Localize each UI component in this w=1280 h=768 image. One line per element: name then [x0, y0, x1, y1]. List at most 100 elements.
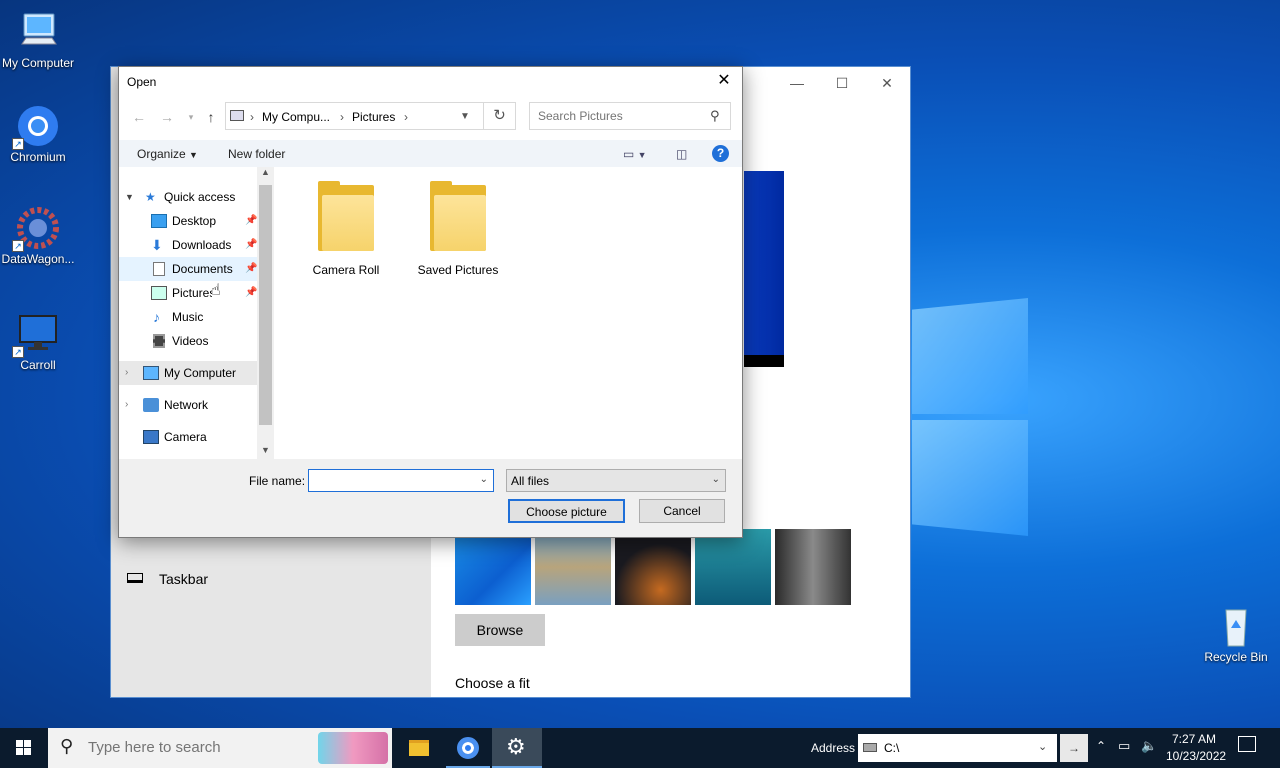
desktop-icon-label: Recycle Bin [1204, 650, 1268, 664]
shortcut-arrow-icon: ↗ [12, 138, 24, 150]
cancel-button[interactable]: Cancel [639, 499, 725, 523]
film-icon [153, 334, 165, 348]
network-icon[interactable]: ▭ [1118, 738, 1130, 754]
settings-taskbar-icon[interactable]: ⚙ [492, 728, 542, 768]
start-button[interactable] [0, 728, 48, 768]
desktop-icon-datawagon[interactable]: ↗ DataWagon... [0, 206, 76, 266]
mouse-pointer-hand-icon: ☝ [211, 282, 221, 299]
computer-icon [16, 10, 60, 54]
chevron-up-icon[interactable]: ⌃ [1096, 739, 1106, 753]
minimize-button[interactable]: — [782, 73, 812, 93]
breadcrumb-my-computer[interactable]: My Compu... [262, 110, 330, 124]
nav-scrollbar[interactable]: ▲ ▼ [257, 167, 274, 459]
scrollbar-thumb[interactable] [259, 185, 272, 425]
help-icon[interactable]: ? [712, 145, 729, 162]
choose-picture-button[interactable]: Choose picture [508, 499, 625, 523]
new-folder-button[interactable]: New folder [228, 147, 285, 161]
wallpaper-thumbnail[interactable] [535, 529, 611, 605]
desktop-icon-label: Chromium [10, 150, 66, 164]
preview-pane-icon[interactable]: ◫ [676, 147, 687, 161]
file-explorer-icon[interactable] [398, 728, 440, 768]
desktop-icon-label: My Computer [1, 56, 75, 70]
drive-icon [863, 743, 877, 752]
recycle-bin-icon [1214, 604, 1258, 648]
windows-logo-icon [16, 740, 31, 755]
address-go-button[interactable]: → [1060, 734, 1088, 762]
file-name-field[interactable]: ⌄ [308, 469, 494, 492]
nav-pictures[interactable]: Pictures 📌 [119, 281, 257, 305]
search-icon: ⚲ [710, 108, 720, 123]
chevron-down-icon: ⌄ [711, 474, 720, 485]
nav-network[interactable]: › Network [119, 393, 257, 417]
dialog-title: Open [127, 75, 157, 89]
refresh-button[interactable]: ↻ [484, 102, 516, 130]
file-type-select[interactable]: All files ⌄ [506, 469, 726, 492]
taskbar-nav-item[interactable]: Taskbar [127, 567, 327, 591]
folder-label: Saved Pictures [417, 263, 499, 277]
dialog-close-button[interactable]: ✕ [712, 71, 736, 91]
forward-arrow-icon[interactable]: → [157, 107, 177, 127]
chevron-down-icon[interactable]: ⌄ [1038, 740, 1047, 753]
computer-icon [143, 366, 159, 380]
desktop-icon-chromium[interactable]: ↗ Chromium [0, 104, 76, 164]
nav-label: Network [164, 398, 209, 412]
scroll-up-icon[interactable]: ▲ [261, 167, 270, 177]
address-toolbar-label: Address [811, 741, 856, 755]
chromium-taskbar-icon[interactable] [446, 728, 490, 768]
nav-label: My Computer [164, 366, 237, 380]
clock-date[interactable]: 10/23/2022 [1166, 749, 1226, 763]
nav-my-computer[interactable]: › My Computer [119, 361, 257, 385]
desktop-icon-recycle-bin[interactable]: Recycle Bin [1198, 604, 1274, 664]
taskbar: ⚲ ⚙ Address C:\ ⌄ → ⌃ ▭ 🔈 7:27 AM 10/23/… [0, 728, 1280, 768]
browse-button[interactable]: Browse [455, 614, 545, 646]
wallpaper-thumbnail[interactable] [775, 529, 851, 605]
nav-desktop[interactable]: Desktop 📌 [119, 209, 257, 233]
chevron-down-icon[interactable]: ⌄ [480, 474, 488, 485]
notification-icon[interactable] [1238, 736, 1256, 752]
clock-time[interactable]: 7:27 AM [1172, 732, 1216, 746]
wallpaper-thumbnail[interactable] [615, 529, 691, 605]
maximize-button[interactable]: ☐ [827, 73, 857, 93]
back-arrow-icon[interactable]: ← [129, 107, 149, 127]
address-bar[interactable]: › My Compu... › Pictures › ▼ [225, 102, 484, 130]
folder-item[interactable]: Camera Roll [291, 181, 401, 277]
gear-app-icon: ↗ [12, 206, 60, 252]
gear-icon: ⚙ [506, 734, 526, 759]
address-toolbar-input[interactable]: C:\ ⌄ [858, 734, 1057, 762]
nav-label: Desktop [172, 214, 217, 228]
file-name-label: File name: [249, 474, 306, 488]
folder-icon [430, 181, 486, 251]
scroll-down-icon[interactable]: ▼ [261, 445, 270, 455]
address-dropdown-chevron-icon[interactable]: ▼ [460, 111, 470, 122]
nav-music[interactable]: ♪ Music [119, 305, 257, 329]
nav-videos[interactable]: Videos [119, 329, 257, 353]
folder-item[interactable]: Saved Pictures [403, 181, 513, 277]
wallpaper-logo-pane-tl [912, 298, 1028, 414]
download-arrow-icon: ⬇ [151, 237, 163, 253]
nav-label: Music [172, 310, 204, 324]
dialog-footer: File name: ⌄ All files ⌄ Choose picture … [119, 459, 742, 537]
breadcrumb-pictures[interactable]: Pictures [352, 110, 395, 124]
volume-icon[interactable]: 🔈 [1141, 738, 1157, 754]
taskbar-icon [127, 573, 143, 583]
organize-button[interactable]: Organize ▼ [137, 147, 198, 161]
close-button[interactable]: ✕ [872, 73, 902, 93]
nav-documents[interactable]: Documents 📌 [119, 257, 257, 281]
recent-chevron-icon[interactable]: ▾ [181, 107, 201, 127]
desktop-icon-carroll[interactable]: ↗ Carroll [0, 312, 76, 372]
nav-downloads[interactable]: ⬇ Downloads 📌 [119, 233, 257, 257]
search-input[interactable] [538, 109, 708, 123]
search-box[interactable]: ⚲ [529, 102, 731, 130]
nav-quick-access[interactable]: ▼ ★ Quick access [119, 185, 257, 209]
up-arrow-icon[interactable]: ↑ [201, 107, 221, 127]
star-icon: ★ [145, 190, 156, 204]
change-view-icon[interactable]: ▭ ▼ [623, 147, 647, 161]
taskbar-search-input[interactable] [88, 739, 288, 756]
wallpaper-thumbnail[interactable] [455, 529, 531, 605]
wallpaper-thumbnail[interactable] [695, 529, 771, 605]
taskbar-search[interactable]: ⚲ [48, 728, 392, 768]
nav-camera[interactable]: Camera [119, 425, 257, 449]
navigation-pane: ▼ ★ Quick access Desktop 📌 ⬇ Downloads 📌… [119, 167, 275, 459]
desktop-folder-icon [151, 214, 167, 228]
desktop-icon-my-computer[interactable]: My Computer [0, 10, 76, 70]
